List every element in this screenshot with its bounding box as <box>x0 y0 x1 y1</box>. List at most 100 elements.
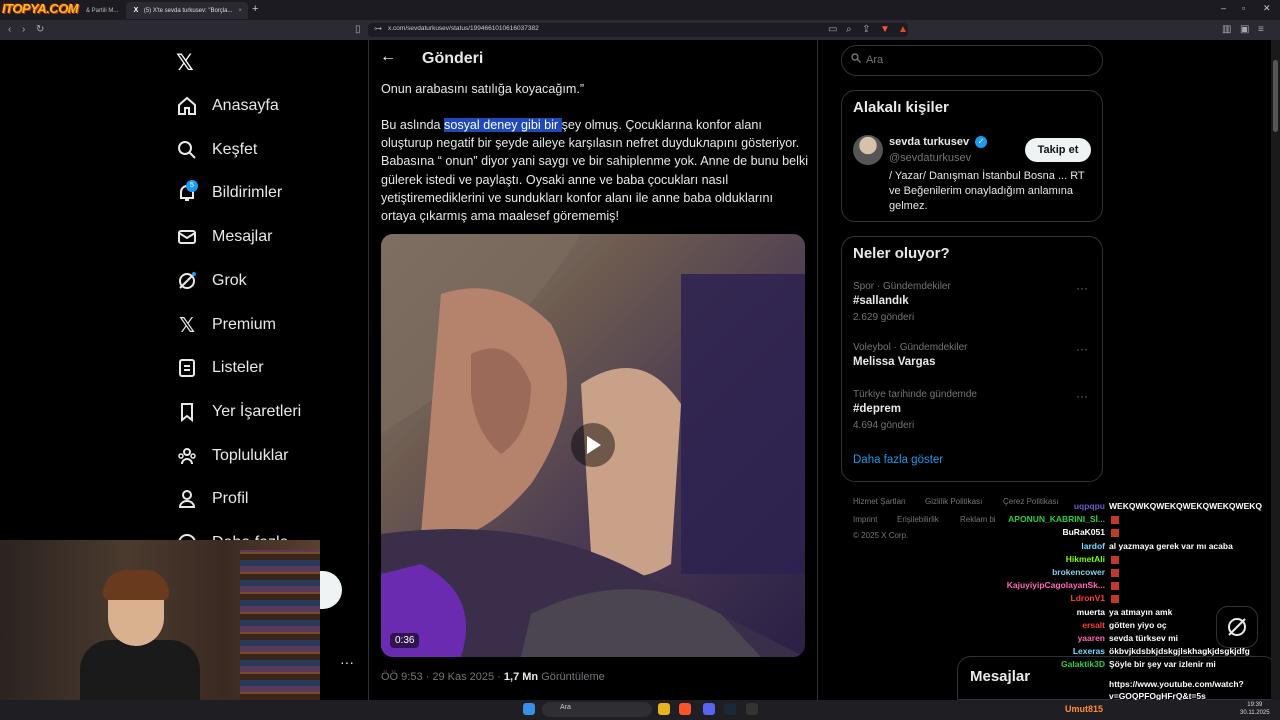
stream-username: Umut815 <box>1065 704 1104 714</box>
discord-icon[interactable] <box>703 703 715 715</box>
site-settings-icon[interactable]: ⊶ <box>374 24 382 33</box>
trend-count: 4.694 gönderi <box>853 420 915 431</box>
nav-item-home[interactable]: Anasayfa <box>176 91 279 121</box>
grok-button[interactable] <box>1216 606 1258 648</box>
more-options-icon[interactable]: ··· <box>1076 342 1088 356</box>
verified-badge-icon: ✓ <box>975 136 987 148</box>
nav-item-explore[interactable]: Keşfet <box>176 135 257 165</box>
show-more-link[interactable]: Daha fazla göster <box>853 454 943 466</box>
close-tab-icon[interactable]: × <box>238 8 242 14</box>
post-meta: ÖÖ 9:53 · 29 Kas 2025 · 1,7 Mn Görüntüle… <box>381 671 605 683</box>
menu-icon[interactable]: ≡ <box>1258 24 1264 35</box>
sidebar-toggle-icon[interactable]: ▥ <box>1222 24 1231 35</box>
chat-username: yaaren <box>1077 633 1105 643</box>
notification-badge: 5 <box>186 180 198 192</box>
bookmark-page-icon[interactable]: ▯ <box>355 24 361 35</box>
back-arrow-icon[interactable]: ← <box>380 48 396 66</box>
browser-tab-active[interactable]: X (5) X'te sevda turkusev: "Borçla... × <box>126 2 248 19</box>
address-bar-row: ‹ › ↻ ▯ ⊶ x.com/sevdaturkusev/status/199… <box>0 20 1280 40</box>
list-icon <box>176 357 198 379</box>
people-icon <box>176 445 198 467</box>
chat-username: uqpqpu <box>1073 501 1105 511</box>
footer-link[interactable]: Hizmet Şartları <box>853 497 906 506</box>
url-input[interactable]: ⊶ x.com/sevdaturkusev/status/19946610106… <box>368 23 908 37</box>
video-duration: 0:36 <box>390 633 420 648</box>
person-bio: / Yazar/ Danışman İstanbul Bosna ... RT … <box>889 170 1085 212</box>
trend-name[interactable]: Melissa Vargas <box>853 356 935 368</box>
share-icon[interactable]: ⇪ <box>862 24 870 35</box>
more-options-icon[interactable]: ··· <box>340 654 354 670</box>
brave-shield-icon[interactable]: ▼ <box>880 24 890 35</box>
clock-date: 30.11.2025 <box>1240 710 1270 716</box>
footer-link[interactable]: Gizlilik Politikası <box>925 497 982 506</box>
nav-item-bookmarks[interactable]: Yer İşaretleri <box>176 397 301 427</box>
page-title: Gönderi <box>422 50 484 67</box>
chat-message: ya atmayın amk <box>1109 607 1173 617</box>
steam-icon[interactable] <box>724 703 736 715</box>
windows-start-icon[interactable] <box>523 703 535 715</box>
back-icon[interactable]: ‹ <box>8 24 11 35</box>
x-logo-icon[interactable]: 𝕏 <box>176 50 194 76</box>
footer-link[interactable]: Imprint <box>853 515 877 524</box>
nav-item-premium[interactable]: 𝕏 Premium <box>176 310 276 340</box>
nav-item-profile[interactable]: Profil <box>176 484 248 514</box>
post-time: ÖÖ 9:53 · 29 Kas 2025 · <box>381 671 504 683</box>
trend-category: Türkiye tarihinde gündemde <box>853 389 977 400</box>
play-button[interactable] <box>571 423 615 467</box>
taskbar-search[interactable] <box>542 702 652 717</box>
reload-icon[interactable]: ↻ <box>36 24 44 35</box>
obs-icon[interactable] <box>746 703 758 715</box>
search-icon <box>851 53 861 63</box>
x-icon: 𝕏 <box>178 314 196 337</box>
stream-logo-overlay: ITOPYA.COM <box>2 1 79 16</box>
zoom-icon[interactable]: ⌕ <box>846 24 852 35</box>
chat-emote-icon <box>1111 595 1119 603</box>
nav-item-messages[interactable]: Mesajlar <box>176 222 272 252</box>
chat-username: lardof <box>1081 541 1105 551</box>
chat-username: APONUN_KABRINI_Sİ... <box>1008 514 1105 524</box>
chat-username: BuRaK051 <box>1062 527 1105 537</box>
post-text-line: Onun arabasını satılığa koyacağım.” <box>381 82 585 96</box>
taskbar-clock[interactable]: 19:39 30.11.2025 <box>1240 701 1270 717</box>
post-text: Bu aslında <box>381 118 445 132</box>
chat-username: LdronV1 <box>1070 593 1105 603</box>
scrollbar-thumb[interactable] <box>1273 60 1278 132</box>
rewards-icon[interactable]: ▲ <box>898 24 908 35</box>
cast-icon[interactable]: ▭ <box>828 24 837 35</box>
trend-category: Spor · Gündemdekiler <box>853 281 951 292</box>
messages-drawer-title: Mesajlar <box>970 668 1031 685</box>
follow-button[interactable]: Takip et <box>1025 138 1091 162</box>
maximize-icon[interactable]: ▫ <box>1242 3 1245 13</box>
minimize-icon[interactable]: – <box>1221 3 1226 13</box>
selected-text: sosyal deney gibi bir <box>444 118 562 132</box>
footer-link[interactable]: Erişilebilirlik <box>897 515 939 524</box>
nav-item-communities[interactable]: Topluluklar <box>176 441 288 471</box>
trend-category: Voleybol · Gündemdekiler <box>853 342 968 353</box>
close-window-icon[interactable]: ✕ <box>1263 3 1271 14</box>
person-name[interactable]: sevda turkusev <box>889 136 969 148</box>
forward-icon[interactable]: › <box>22 24 25 35</box>
card-title: Neler oluyor? <box>853 245 950 262</box>
chat-username: HikmetAli <box>1065 554 1105 564</box>
copyright: © 2025 X Corp. <box>853 531 909 540</box>
brave-browser-icon[interactable] <box>679 703 691 715</box>
nav-label: Profil <box>212 490 249 507</box>
more-options-icon[interactable]: ··· <box>1076 281 1088 295</box>
taskbar-search-text: Ara <box>560 704 571 711</box>
nav-item-grok[interactable]: Grok <box>176 266 247 296</box>
wallet-icon[interactable]: ▣ <box>1240 24 1249 35</box>
file-explorer-icon[interactable] <box>658 703 670 715</box>
person-icon <box>176 488 198 510</box>
play-icon <box>587 436 601 454</box>
scrollbar[interactable] <box>1271 40 1280 700</box>
new-tab-button[interactable]: + <box>252 3 258 15</box>
side-action-button[interactable] <box>320 571 342 609</box>
trend-name[interactable]: #sallandık <box>853 295 909 307</box>
footer-link[interactable]: Reklam bi <box>960 515 996 524</box>
more-options-icon[interactable]: ··· <box>1076 389 1088 403</box>
avatar[interactable] <box>853 135 883 165</box>
nav-item-lists[interactable]: Listeler <box>176 353 264 383</box>
chat-username: ersalt <box>1082 620 1105 630</box>
trend-name[interactable]: #deprem <box>853 403 901 415</box>
card-title: Alakalı kişiler <box>853 99 949 116</box>
